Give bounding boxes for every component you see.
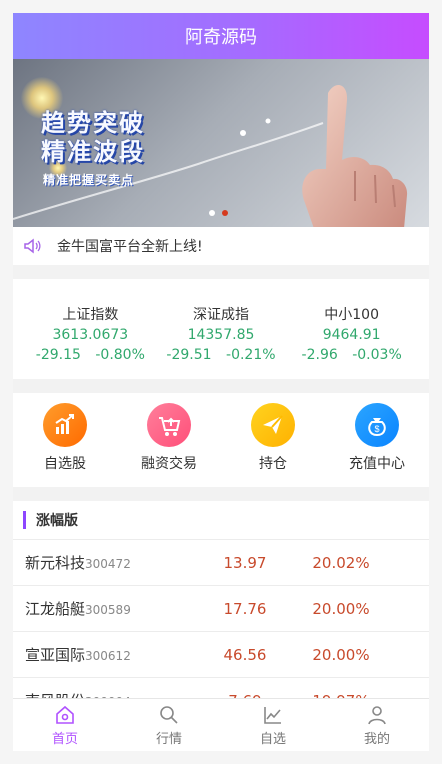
svg-text:$: $ (374, 424, 379, 434)
banner-pagination (209, 210, 228, 216)
index-change-points: -29.51 (166, 347, 212, 363)
paper-plane-icon (251, 403, 295, 447)
index-value: 3613.0673 (52, 327, 129, 343)
index-change-points: -29.15 (35, 347, 81, 363)
index-card-shenzhen[interactable]: 深证成指 14357.85 -29.51 -0.21% (156, 279, 287, 379)
notice-bar[interactable]: 金牛国富平台全新上线! (13, 227, 429, 265)
stock-price: 13.97 (223, 553, 267, 572)
tab-label: 自选 (259, 731, 286, 747)
money-bag-icon: $ (355, 403, 399, 447)
bottom-tab-bar: 首页 行情 自选 我的 (13, 698, 429, 751)
hand-icon (302, 85, 408, 227)
index-change-percent: -0.03% (352, 347, 402, 363)
index-change: -2.96 -0.03% (286, 345, 417, 365)
index-change: -29.15 -0.80% (25, 345, 156, 365)
stock-price: 46.56 (223, 645, 267, 664)
pagination-dot-1[interactable] (209, 210, 215, 216)
tab-label: 首页 (51, 731, 78, 747)
app-header: 阿奇源码 (13, 13, 429, 59)
chart-up-icon (43, 403, 87, 447)
index-change-points: -2.96 (301, 347, 338, 363)
index-change-percent: -0.80% (95, 347, 145, 363)
index-name: 深证成指 (192, 307, 249, 323)
shortcut-label: 持仓 (259, 456, 287, 472)
banner-headline: 趋势突破 精准波段 (41, 109, 145, 167)
tab-market[interactable]: 行情 (117, 704, 221, 747)
index-name: 中小100 (324, 307, 379, 323)
banner-subline: 精准把握买卖点 (43, 173, 135, 187)
shortcut-label: 充值中心 (349, 456, 405, 472)
stock-name: 新元科技 (25, 554, 86, 572)
index-change: -29.51 -0.21% (156, 345, 287, 365)
gainers-list: 涨幅版 新元科技300472 13.97 20.02% 江龙船艇300589 1… (13, 501, 429, 724)
shortcut-label: 自选股 (44, 456, 86, 472)
stock-row[interactable]: 江龙船艇300589 17.76 20.00% (13, 586, 429, 632)
speaker-icon (24, 238, 41, 254)
stock-name: 宣亚国际 (25, 646, 86, 664)
notice-text: 金牛国富平台全新上线! (57, 239, 203, 255)
pagination-dot-2[interactable] (222, 210, 228, 216)
shortcut-margin-trading[interactable]: 融资交易 (117, 403, 221, 473)
index-name: 上证指数 (62, 307, 119, 323)
tab-label: 我的 (363, 731, 390, 747)
stock-percent: 20.00% (312, 599, 370, 618)
shortcut-grid: 自选股 融资交易 持仓 $ 充值中心 (13, 393, 429, 487)
section-accent-bar (23, 511, 26, 529)
section-title: 涨幅版 (13, 501, 429, 540)
banner-headline-line-1: 趋势突破 (41, 109, 145, 137)
stock-name-cell: 江龙船艇300589 (25, 598, 203, 619)
user-icon (325, 704, 429, 726)
index-value: 9464.91 (322, 327, 381, 343)
cart-icon (147, 403, 191, 447)
search-icon (117, 704, 221, 726)
index-value: 14357.85 (187, 327, 255, 343)
shortcut-label: 融资交易 (141, 456, 197, 472)
stock-percent: 20.00% (312, 645, 370, 664)
app-screen: 阿奇源码 趋势突破 精准波段 精准把握买卖点 金牛国富平台全新上线! 上证指数 … (13, 13, 429, 751)
page-title: 阿奇源码 (185, 27, 257, 48)
stock-code: 300612 (85, 649, 131, 663)
home-icon (13, 704, 117, 726)
shortcut-positions[interactable]: 持仓 (221, 403, 325, 473)
stock-price: 17.76 (223, 599, 267, 618)
index-card-sme100[interactable]: 中小100 9464.91 -2.96 -0.03% (286, 279, 417, 379)
stock-percent: 20.02% (312, 553, 370, 572)
stock-name-cell: 宣亚国际300612 (25, 644, 203, 665)
promo-banner[interactable]: 趋势突破 精准波段 精准把握买卖点 (13, 59, 429, 227)
shortcut-recharge[interactable]: $ 充值中心 (325, 403, 429, 473)
stock-name-cell: 新元科技300472 (25, 552, 203, 573)
stock-code: 300589 (85, 603, 131, 617)
index-change-percent: -0.21% (226, 347, 276, 363)
tab-label: 行情 (155, 731, 182, 747)
stock-code: 300472 (85, 557, 131, 571)
gainers-title: 涨幅版 (36, 513, 78, 529)
banner-headline-line-2: 精准波段 (41, 138, 145, 166)
tab-profile[interactable]: 我的 (325, 704, 429, 747)
tab-home[interactable]: 首页 (13, 704, 117, 747)
index-card-shanghai[interactable]: 上证指数 3613.0673 -29.15 -0.80% (25, 279, 156, 379)
market-indices: 上证指数 3613.0673 -29.15 -0.80% 深证成指 14357.… (13, 279, 429, 379)
tab-watchlist[interactable]: 自选 (221, 704, 325, 747)
shortcut-watchlist[interactable]: 自选股 (13, 403, 117, 473)
stock-row[interactable]: 宣亚国际300612 46.56 20.00% (13, 632, 429, 678)
stock-row[interactable]: 新元科技300472 13.97 20.02% (13, 540, 429, 586)
trend-icon (221, 704, 325, 726)
stock-name: 江龙船艇 (25, 600, 86, 618)
